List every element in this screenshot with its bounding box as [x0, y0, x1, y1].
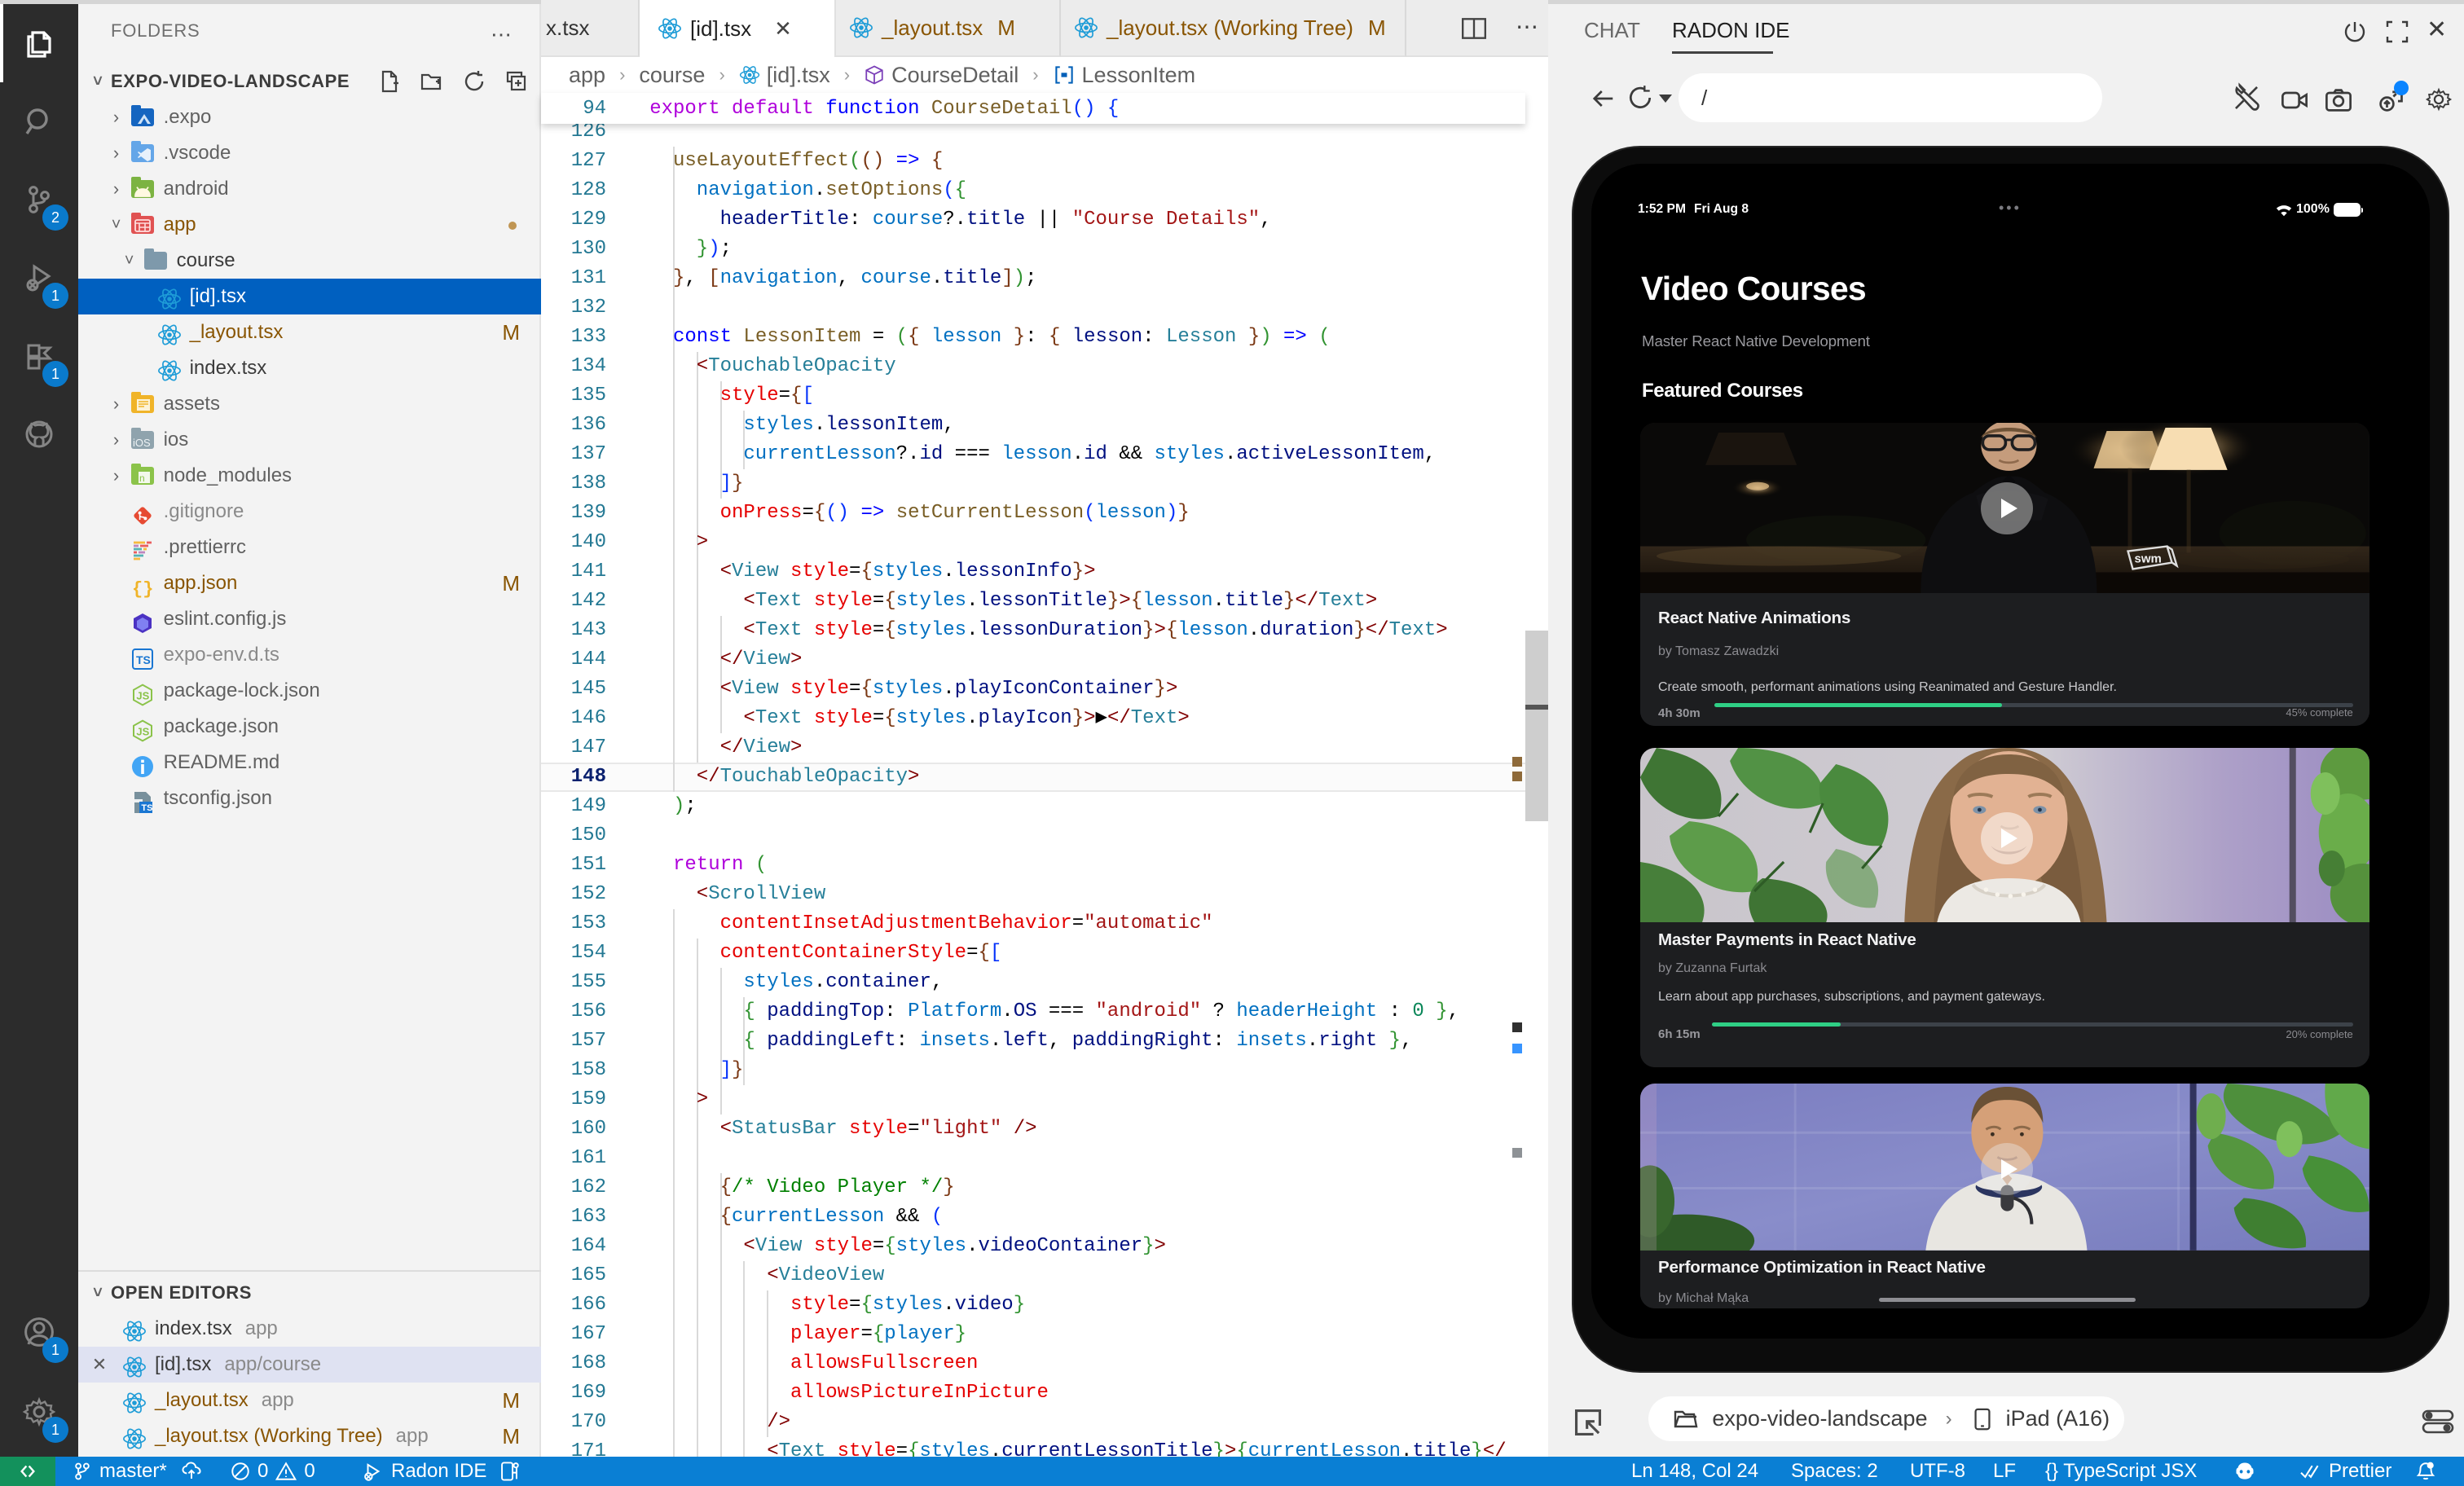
- svg-text:JS: JS: [136, 726, 149, 738]
- svg-text:TS: TS: [136, 653, 151, 666]
- svg-text:swm: swm: [2135, 552, 2162, 565]
- svg-text:n: n: [139, 473, 145, 484]
- svg-text:{}: {}: [132, 579, 153, 598]
- svg-text:iOS: iOS: [133, 437, 151, 448]
- svg-text:JS: JS: [136, 690, 149, 702]
- svg-text:TS: TS: [141, 803, 152, 813]
